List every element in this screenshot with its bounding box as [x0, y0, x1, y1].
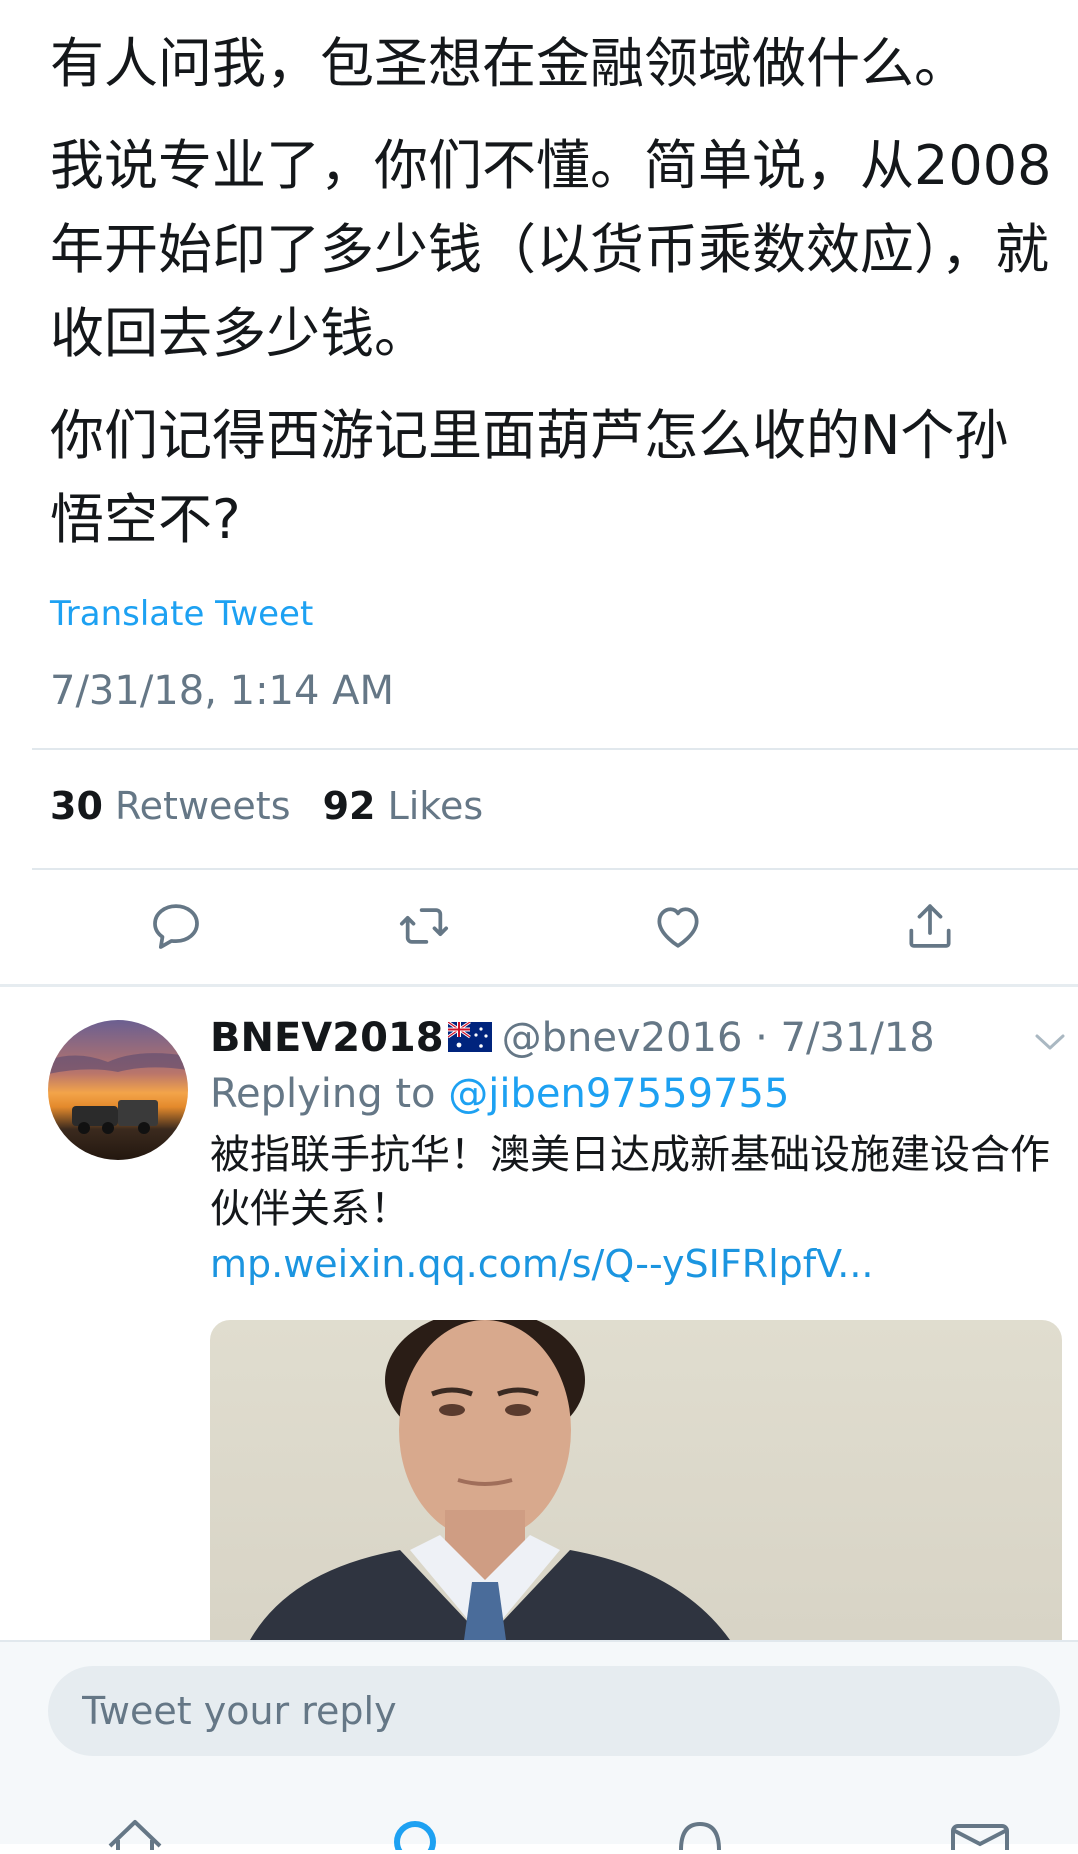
tab-notifications[interactable] — [665, 1810, 735, 1851]
tweet-paragraph: 你们记得西游记里面葫芦怎么收的N个孙悟空不? — [50, 404, 1009, 551]
retweet-icon — [399, 908, 449, 944]
like-icon — [657, 907, 699, 948]
tweet-timestamp: 7/31/18, 1:14 AM — [50, 668, 395, 714]
notifications-icon — [679, 1821, 721, 1851]
tweet-paragraph: 有人问我，包圣想在金融领域做什么。 — [50, 32, 968, 95]
retweets-stat[interactable]: 30 Retweets — [50, 784, 291, 828]
tab-messages[interactable] — [945, 1810, 1015, 1854]
tweet-actions — [0, 898, 1078, 958]
likes-count: 92 — [322, 784, 376, 828]
display-name[interactable]: BNEV2018 — [210, 1015, 444, 1061]
avatar[interactable] — [48, 1020, 188, 1160]
reply-icon — [153, 904, 199, 949]
reply-input[interactable] — [48, 1666, 1060, 1756]
divider — [32, 868, 1078, 870]
reply-body: 被指联手抗华！澳美日达成新基础设施建设合作伙伴关系！ — [210, 1132, 1050, 1232]
translate-tweet-link[interactable]: Translate Tweet — [50, 594, 313, 634]
avatar-image — [48, 1053, 188, 1134]
handle-and-time: @bnev2016 · 7/31/18 — [501, 1015, 935, 1061]
reply-tweet[interactable]: BNEV2018 @bnev2016 · 7/31/18 Replying to… — [210, 1012, 1070, 1292]
bottom-tabbar — [0, 1810, 1078, 1854]
tab-home[interactable] — [100, 1810, 170, 1850]
retweet-button[interactable] — [396, 898, 456, 958]
replying-to: Replying to @jiben97559755 — [210, 1064, 1070, 1124]
reply-header: BNEV2018 @bnev2016 · 7/31/18 — [210, 1012, 1070, 1064]
section-divider — [0, 984, 1078, 987]
likes-stat[interactable]: 92 Likes — [323, 784, 484, 828]
australia-flag-icon — [447, 1022, 492, 1052]
retweets-label: Retweets — [114, 784, 291, 828]
like-button[interactable] — [650, 898, 710, 958]
share-button[interactable] — [902, 898, 962, 958]
share-icon — [909, 904, 951, 948]
tweet-paragraph: 我说专业了，你们不懂。简单说，从2008年开始印了多少钱（以货币乘数效应），就收… — [50, 134, 1052, 365]
tweet-stats: 30 Retweets 92 Likes — [50, 784, 483, 828]
messages-icon — [951, 1824, 1009, 1854]
search-icon — [394, 1821, 436, 1854]
person-photo — [250, 1320, 730, 1640]
retweets-count: 30 — [50, 784, 103, 828]
tab-search[interactable] — [380, 1810, 450, 1854]
reply-button[interactable] — [148, 898, 208, 958]
divider — [32, 748, 1078, 750]
reply-link[interactable]: mp.weixin.qq.com/s/Q--ySIFRlpfV... — [210, 1236, 1070, 1292]
likes-label: Likes — [387, 784, 484, 828]
replying-prefix: Replying to — [210, 1071, 436, 1117]
tweet-text: 有人问我，包圣想在金融领域做什么。 我说专业了，你们不懂。简单说，从2008年开… — [50, 22, 1060, 580]
home-icon — [108, 1820, 162, 1850]
replying-handle-link[interactable]: @jiben97559755 — [448, 1071, 789, 1117]
media-preview[interactable] — [210, 1320, 1062, 1640]
